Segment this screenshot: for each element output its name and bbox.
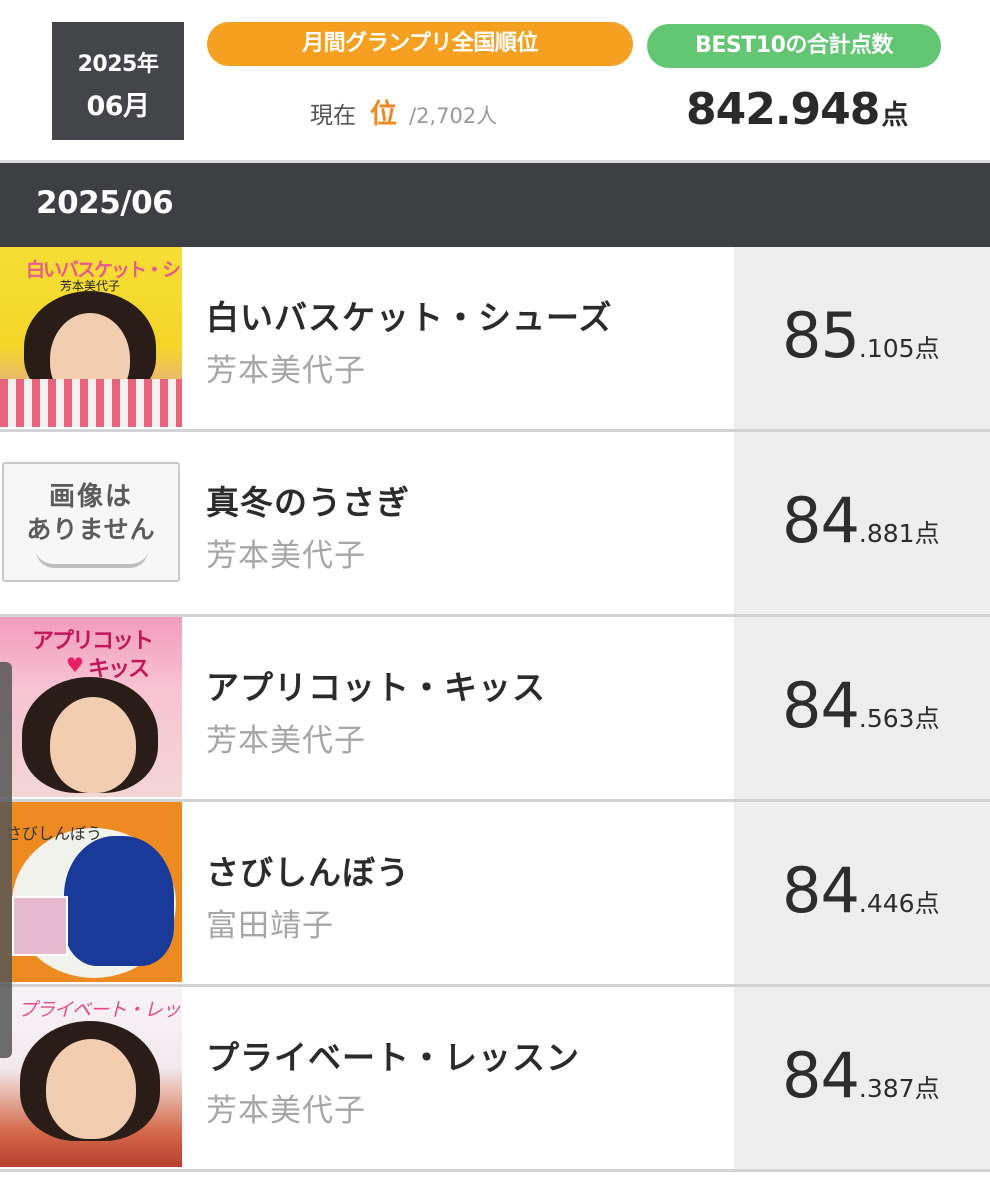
song-score: 84 .387 点 <box>782 1039 940 1112</box>
song-artist: 芳本美代子 <box>206 723 366 759</box>
song-row[interactable]: アプリコット ♥ キッス アプリコット・キッス 芳本美代子 84 .563 点 <box>0 617 990 802</box>
album-cover: 白いバスケット・シューズ 芳本美代子 <box>0 247 182 427</box>
cover-face-shape <box>46 1039 136 1139</box>
song-title: 真冬のうさぎ <box>206 483 410 522</box>
best10-total-badge: BEST10の合計点数 <box>647 24 941 68</box>
cover-title-text: さびしんぼう <box>6 824 103 843</box>
song-artist: 富田靖子 <box>206 908 334 944</box>
cover-face-shape <box>50 697 136 793</box>
cover-shirt-shape <box>0 379 182 427</box>
total-score-value: 842.948 <box>686 84 880 135</box>
song-row[interactable]: 白いバスケット・シューズ 芳本美代子 白いバスケット・シューズ 芳本美代子 85… <box>0 247 990 432</box>
score-decimal: .446 <box>858 889 915 918</box>
song-row[interactable]: さびしんぼう さびしんぼう 富田靖子 84 .446 点 <box>0 802 990 987</box>
month-section-label: 2025/06 <box>36 185 174 221</box>
song-artist: 芳本美代子 <box>206 353 366 389</box>
current-rank: 現在 位 /2,702人 <box>310 92 497 136</box>
score-unit: 点 <box>914 704 940 733</box>
song-row[interactable]: プライベート・レッスン プライベート・レッスン 芳本美代子 84 .387 点 <box>0 987 990 1172</box>
date-year: 2025年 <box>77 52 159 77</box>
score-unit: 点 <box>914 1074 940 1103</box>
album-cover: プライベート・レッスン <box>0 987 182 1167</box>
rank-unit: 位 <box>370 99 397 130</box>
cover-inset-photo <box>12 896 68 956</box>
score-unit: 点 <box>914 889 940 918</box>
song-row[interactable]: 画像は ありません 真冬のうさぎ 芳本美代子 84 .881 点 <box>0 432 990 617</box>
song-title: さびしんぼう <box>206 853 410 892</box>
song-artist: 芳本美代子 <box>206 1093 366 1129</box>
rank-prefix: 現在 <box>310 103 356 129</box>
grand-prix-rank-badge: 月間グランプリ全国順位 <box>207 22 633 66</box>
song-score: 84 .446 点 <box>782 854 940 927</box>
score-integer: 84 <box>782 669 860 742</box>
score-panel: 84 .387 点 <box>734 987 990 1169</box>
song-score: 84 .881 点 <box>782 484 940 557</box>
song-title: プライベート・レッスン <box>206 1038 580 1077</box>
score-panel: 84 .563 点 <box>734 617 990 799</box>
score-panel: 84 .446 点 <box>734 802 990 984</box>
score-integer: 84 <box>782 1039 860 1112</box>
side-scroll-handle[interactable] <box>0 662 12 1058</box>
cover-title-text: プライベート・レッスン <box>18 999 182 1021</box>
score-integer: 84 <box>782 854 860 927</box>
album-cover-placeholder: 画像は ありません <box>0 432 182 612</box>
album-cover: アプリコット ♥ キッス <box>0 617 182 797</box>
score-unit: 点 <box>914 334 940 363</box>
no-image-text-line1: 画像は <box>48 482 133 512</box>
monthly-summary: 2025年 06月 月間グランプリ全国順位 BEST10の合計点数 現在 位 /… <box>0 0 990 163</box>
total-score-unit: 点 <box>881 100 909 131</box>
song-artist: 芳本美代子 <box>206 538 366 574</box>
date-month: 06月 <box>86 91 150 122</box>
song-title: アプリコット・キッス <box>206 668 546 707</box>
score-integer: 84 <box>782 484 860 557</box>
month-section-header: 2025/06 <box>0 163 990 247</box>
song-score: 84 .563 点 <box>782 669 940 742</box>
score-panel: 85 .105 点 <box>734 247 990 429</box>
rank-total: /2,702人 <box>409 104 498 128</box>
score-decimal: .563 <box>858 704 915 733</box>
score-integer: 85 <box>782 299 860 372</box>
month-selector[interactable]: 2025年 06月 <box>52 22 184 140</box>
score-panel: 84 .881 点 <box>734 432 990 614</box>
best10-total-score: 842.948 点 <box>686 84 908 140</box>
score-decimal: .881 <box>858 519 915 548</box>
score-decimal: .105 <box>858 334 915 363</box>
cover-figure-shape <box>64 836 174 966</box>
no-image-placeholder: 画像は ありません <box>2 462 180 582</box>
score-unit: 点 <box>914 519 940 548</box>
heart-icon: ♥ <box>66 653 84 677</box>
smile-arrow-icon <box>36 550 148 568</box>
song-title: 白いバスケット・シューズ <box>206 298 613 337</box>
no-image-text-line2: ありません <box>26 515 156 544</box>
score-decimal: .387 <box>858 1074 915 1103</box>
album-cover: さびしんぼう <box>0 802 182 982</box>
song-score: 85 .105 点 <box>782 299 940 372</box>
